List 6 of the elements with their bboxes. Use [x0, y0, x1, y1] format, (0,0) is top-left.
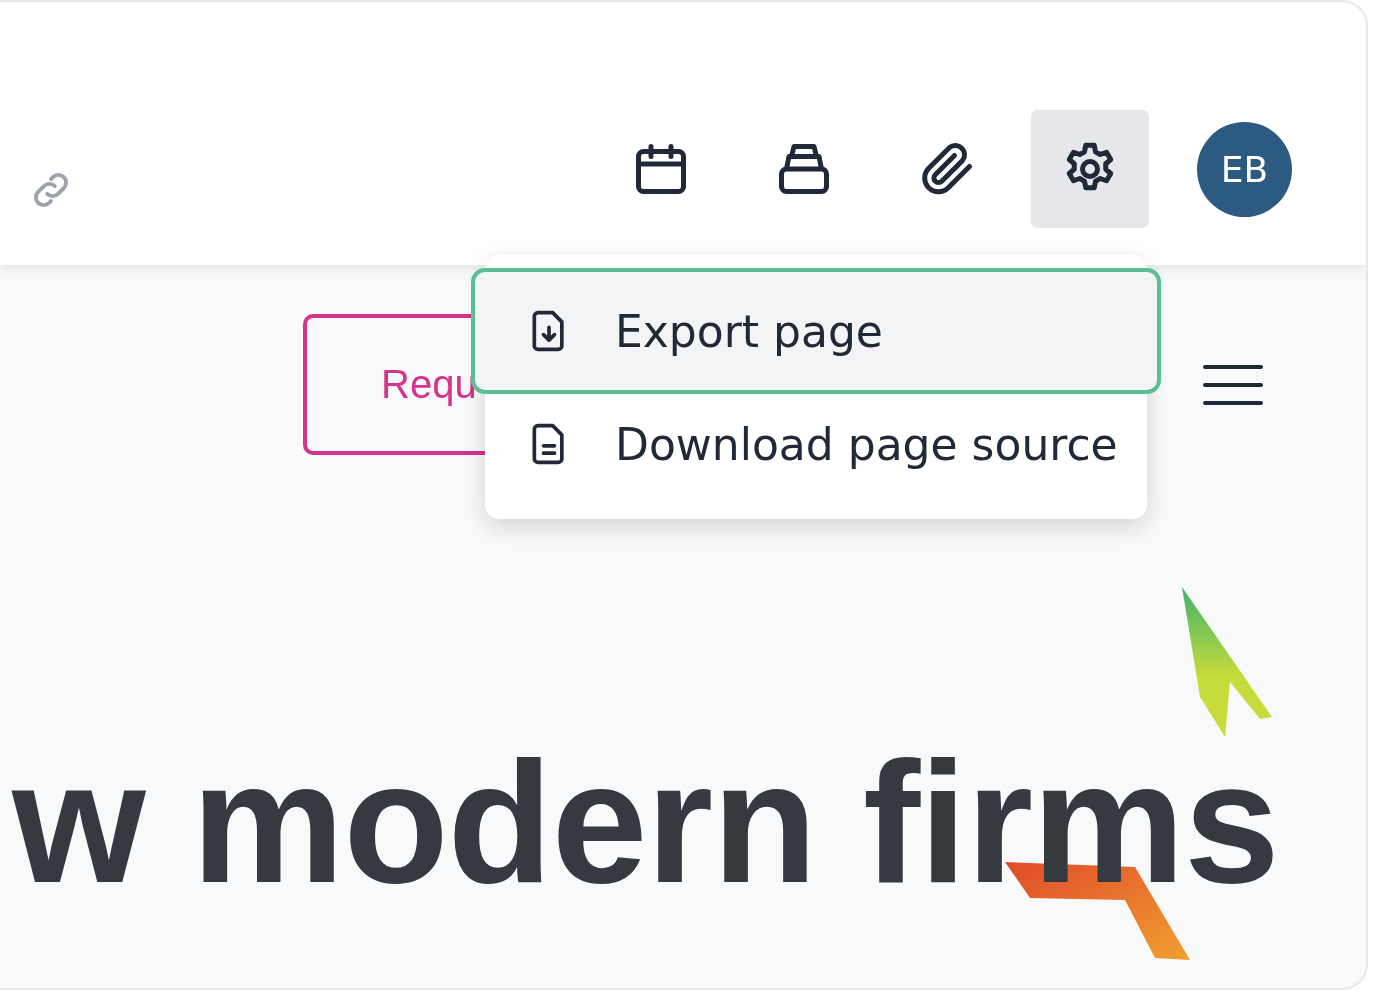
menu-item-label: Export page: [615, 305, 883, 357]
menu-item-label: Download page source: [615, 418, 1118, 470]
toolbar-button[interactable]: [1031, 110, 1149, 228]
menu-icon[interactable]: [1203, 364, 1263, 405]
hero-heading: w modern firms: [12, 747, 1279, 897]
user-avatar[interactable]: EB: [1197, 121, 1292, 217]
